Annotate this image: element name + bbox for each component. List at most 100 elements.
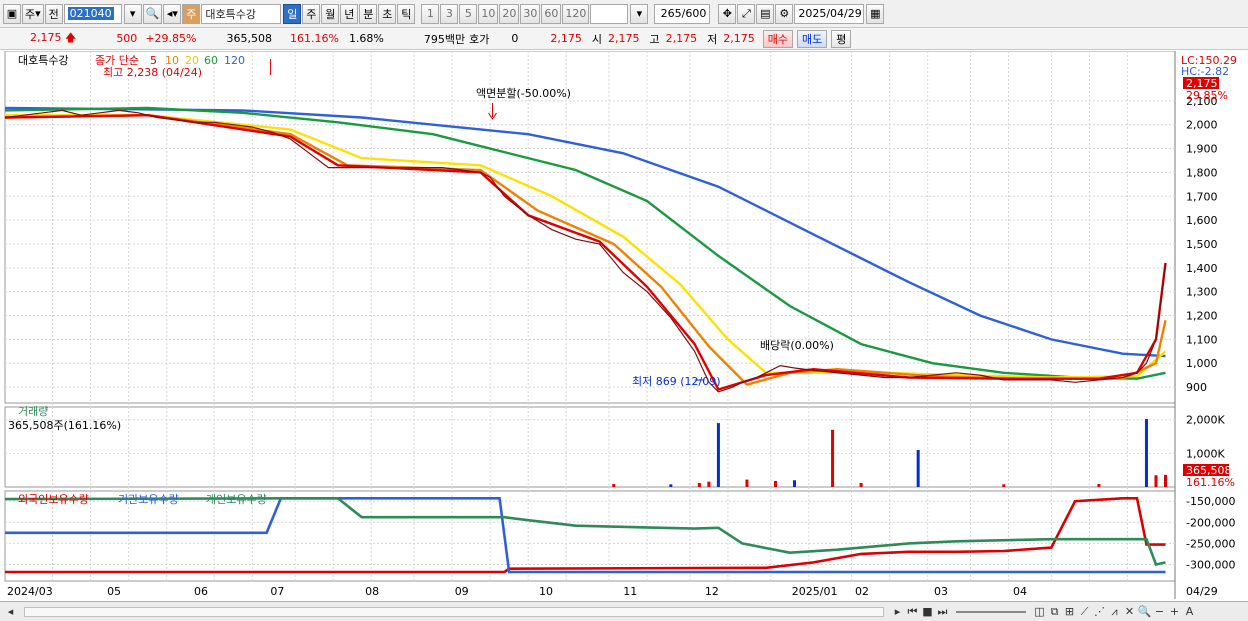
price-tick-label: 1,900: [1186, 143, 1218, 156]
buy-button[interactable]: 매수: [762, 29, 794, 48]
price-tick-label: 900: [1186, 381, 1207, 394]
low-label: 저: [707, 32, 718, 46]
stop-icon[interactable]: ■: [920, 604, 935, 619]
interval-60[interactable]: 60: [541, 3, 562, 24]
draw-tool-icon[interactable]: ⤢: [737, 3, 756, 24]
holdings-tick-label: -150,000: [1186, 495, 1235, 508]
high-price-note: 최고 2,238 (04/24): [103, 66, 202, 79]
chart-area[interactable]: 900 1,000 1,100 1,200 1,300 1,400 1,500 1,600 1,…: [0, 51, 1248, 621]
volume-bar: [1144, 419, 1148, 487]
price-tick-label: 1,700: [1186, 190, 1218, 203]
holdings-legend-institution: 기관보유수량: [118, 493, 179, 506]
cross-tool-icon[interactable]: ✕: [1122, 604, 1137, 619]
stock-name: 대호특수강: [201, 3, 282, 24]
calendar-icon[interactable]: ▦: [866, 3, 885, 24]
grid-icon[interactable]: ⊞: [1062, 604, 1077, 619]
volume-tick-label: 1,000K: [1186, 447, 1225, 460]
up-arrow-icon: 🡅: [65, 31, 77, 44]
sell-button[interactable]: 매도: [797, 29, 828, 48]
interval-20[interactable]: 20: [499, 3, 520, 24]
period-month[interactable]: 월: [321, 3, 340, 24]
interval-30[interactable]: 30: [520, 3, 541, 24]
crosshair-icon[interactable]: ✥: [718, 3, 737, 24]
save-icon[interactable]: ▤: [756, 3, 775, 24]
interval-dropdown-icon[interactable]: ▾: [630, 3, 649, 24]
volume-bar: [831, 429, 835, 487]
horizontal-scrollbar[interactable]: [24, 606, 884, 617]
price-change-pct: +29.85%: [145, 32, 197, 45]
layout-icon[interactable]: ◫: [1032, 604, 1047, 619]
low-price: 2,175: [723, 32, 755, 45]
zoom-icon[interactable]: 🔍: [1137, 604, 1152, 619]
interval-custom-input[interactable]: [590, 3, 629, 24]
high-label: 고: [649, 32, 660, 46]
period-week[interactable]: 주: [302, 3, 321, 24]
x-tick-label: 11: [623, 585, 637, 598]
search-icon[interactable]: 🔍: [142, 3, 163, 24]
interval-5[interactable]: 5: [459, 3, 478, 24]
plus-icon[interactable]: +: [1167, 604, 1182, 619]
interval-3[interactable]: 3: [440, 3, 459, 24]
price-tick-label: 1,300: [1186, 286, 1218, 299]
ma-20-line: [5, 114, 1167, 379]
x-tick-label: 12: [705, 585, 719, 598]
scroll-right-icon[interactable]: ▸: [890, 604, 905, 619]
price-tick-label: 1,600: [1186, 214, 1218, 227]
fib-tool-icon[interactable]: ⩘: [1107, 604, 1122, 619]
period-year[interactable]: 년: [340, 3, 359, 24]
speaker-icon[interactable]: ◂▾: [163, 3, 182, 24]
ma-legend-120: 120: [224, 54, 245, 67]
volume-bar: [916, 450, 920, 487]
price-panel-title: 대호특수강: [18, 54, 69, 67]
interval-120[interactable]: 120: [562, 3, 590, 24]
first-page-icon[interactable]: ⏮: [905, 604, 920, 619]
ma-10-line: [4, 113, 1167, 387]
x-tick-label: 2024/03: [7, 585, 53, 598]
volume-bar: [697, 482, 701, 487]
last-page-icon[interactable]: ⏭: [935, 604, 950, 619]
window-menu-icon[interactable]: ▣: [3, 3, 21, 24]
price-tick-label: 1,200: [1186, 310, 1218, 323]
volume-bar: [707, 481, 711, 487]
date-field[interactable]: 2025/04/29: [794, 3, 865, 24]
scroll-left-icon[interactable]: ◂: [3, 604, 18, 619]
last-pct-tag: 29.85%: [1186, 89, 1228, 102]
text-tool-icon[interactable]: A: [1182, 604, 1197, 619]
period-tick[interactable]: 틱: [397, 3, 416, 24]
period-minute[interactable]: 분: [359, 3, 378, 24]
volume-bar: [1154, 475, 1158, 487]
x-tick-label: 02: [855, 585, 869, 598]
dividend-note: 배당락(0.00%): [760, 339, 834, 352]
minus-icon[interactable]: −: [1152, 604, 1167, 619]
price-tick-label: 1,800: [1186, 166, 1218, 179]
bottom-bar: ◂ ▸ ⏮ ■ ⏭ ◫ ⧉ ⊞ ⟋ ⋰ ⩘ ✕ 🔍 − + A: [0, 601, 1248, 621]
current-price: 2,175 🡅: [30, 29, 76, 48]
period-second[interactable]: 초: [378, 3, 397, 24]
settings-gear-icon[interactable]: ⚙: [775, 3, 794, 24]
code-input[interactable]: 021040: [63, 3, 122, 24]
volume-panel-title: 거래량: [18, 405, 48, 418]
copy-icon[interactable]: ⧉: [1047, 604, 1062, 619]
volume-bar: [612, 483, 616, 487]
stock-chart[interactable]: 900 1,000 1,100 1,200 1,300 1,400 1,500 1,600 1,…: [0, 51, 1248, 601]
trend-tool-icon[interactable]: ⋰: [1092, 604, 1107, 619]
hoga-value: 0: [511, 32, 519, 45]
interval-10[interactable]: 10: [478, 3, 499, 24]
type-tag: 주: [182, 3, 201, 24]
volume-tick-label: 2,000K: [1186, 414, 1225, 427]
interval-1[interactable]: 1: [421, 3, 440, 24]
volume-bar: [793, 480, 797, 487]
volume-value-label: 365,508주(161.16%): [8, 419, 121, 432]
x-tick-label: 10: [539, 585, 553, 598]
period-day[interactable]: 일: [283, 3, 302, 24]
x-tick-label: 04/29: [1186, 585, 1218, 598]
zoom-slider[interactable]: [956, 610, 1026, 613]
x-tick-label: 04: [1013, 585, 1027, 598]
market-select[interactable]: 주 ▾: [22, 3, 44, 24]
count-field[interactable]: 265/600: [654, 3, 711, 24]
holdings-line-2: [4, 497, 1166, 567]
code-dropdown-icon[interactable]: ▾: [123, 3, 142, 24]
eval-button[interactable]: 평: [831, 29, 852, 48]
line-tool-icon[interactable]: ⟋: [1077, 604, 1092, 619]
prev-button[interactable]: 전: [44, 3, 63, 24]
